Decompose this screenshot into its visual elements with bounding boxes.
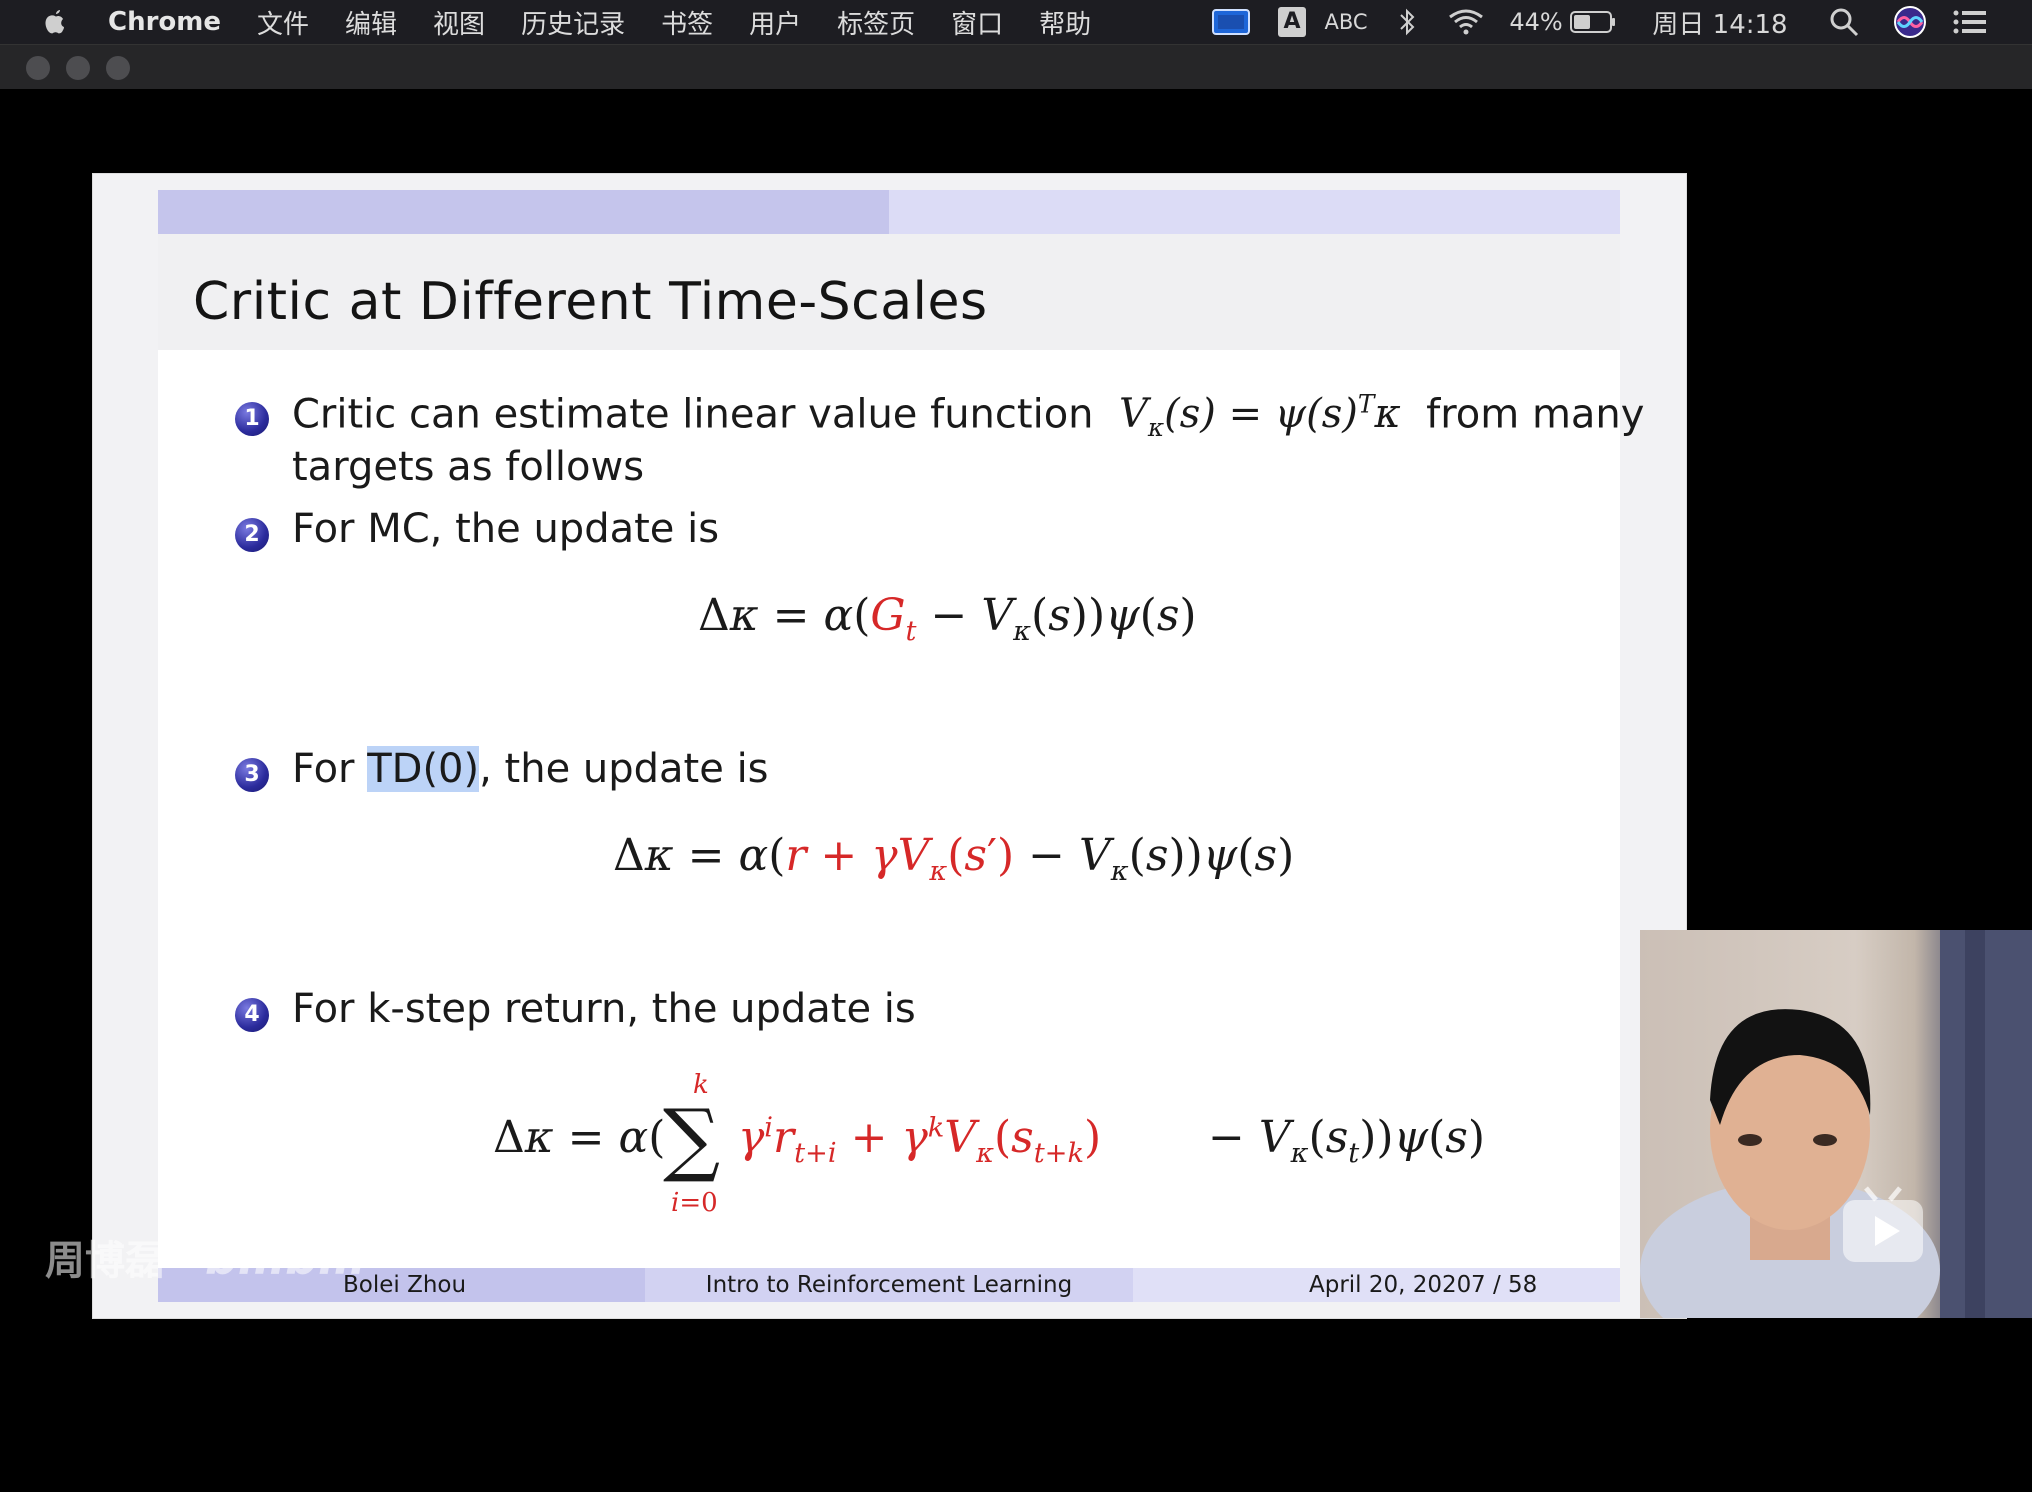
menu-tab[interactable]: 标签页	[837, 4, 915, 41]
slide-title: Critic at Different Time-Scales	[193, 272, 988, 332]
input-source-badge: A	[1277, 0, 1307, 44]
item-3-prefix: For	[292, 746, 355, 792]
item-number-badge: 3	[235, 758, 269, 792]
item-1-suffix: from many	[1426, 391, 1645, 438]
menu-app-name[interactable]: Chrome	[108, 7, 221, 37]
battery-percent: 44%	[1509, 8, 1563, 36]
item-1-line-1: Critic can estimate linear value functio…	[292, 390, 1644, 442]
window-minimize-button[interactable]	[66, 56, 90, 80]
item-1-line-2: targets as follows	[292, 444, 645, 490]
battery-icon[interactable]	[1568, 0, 1618, 44]
menu-window[interactable]: 窗口	[951, 4, 1003, 41]
item-number-badge: 4	[235, 998, 269, 1032]
item-number-badge: 2	[235, 518, 269, 552]
window-zoom-button[interactable]	[106, 56, 130, 80]
window-close-button[interactable]	[26, 56, 50, 80]
footer-right: April 20, 2020 7 / 58	[1133, 1268, 1620, 1302]
wifi-icon[interactable]	[1444, 0, 1488, 44]
notification-list-icon[interactable]	[1950, 0, 1990, 44]
apple-icon[interactable]	[40, 6, 70, 38]
slide-header-bar-left	[158, 190, 889, 234]
menubar-clock[interactable]: 周日 14:18	[1650, 0, 1790, 44]
item-number-badge: 1	[235, 402, 269, 436]
menu-bar: Chrome 文件 编辑 视图 历史记录 书签 用户 标签页 窗口 帮助 A A…	[0, 0, 2032, 44]
item-3-text: For TD(0), the update is	[292, 746, 769, 792]
input-source-label[interactable]: ABC	[1316, 0, 1376, 44]
slide-header-bar-right	[889, 190, 1620, 234]
search-icon[interactable]	[1826, 0, 1862, 44]
window-titlebar	[0, 44, 2032, 89]
siri-icon[interactable]	[1890, 0, 1930, 44]
item-2-text: For MC, the update is	[292, 506, 720, 552]
webcam-video-overlay	[1640, 930, 2032, 1318]
footer-course: Intro to Reinforcement Learning	[645, 1268, 1133, 1302]
item-3-suffix: , the update is	[479, 746, 769, 792]
menu-file[interactable]: 文件	[257, 4, 309, 41]
slide-footer: Bolei Zhou Intro to Reinforcement Learni…	[158, 1268, 1620, 1302]
item-4-text: For k-step return, the update is	[292, 986, 916, 1032]
menu-bookmarks[interactable]: 书签	[661, 4, 713, 41]
menu-edit[interactable]: 编辑	[345, 4, 397, 41]
item-1-text: Critic can estimate linear value functio…	[292, 391, 1094, 438]
value-function-formula: Vκ(s) = ψ(s)Tκ	[1106, 390, 1414, 443]
menu-help[interactable]: 帮助	[1039, 4, 1091, 41]
mc-update-equation: Δκ = α(Gt − Vκ(s))ψ(s)	[698, 590, 1197, 647]
screen-mirror-icon[interactable]	[1210, 0, 1252, 44]
video-watermark: 周博磊 bilibili	[45, 1228, 365, 1286]
footer-date: April 20, 2020	[1309, 1272, 1472, 1298]
footer-page-number: 7 / 58	[1471, 1272, 1538, 1298]
watermark-brand-logo: bilibili	[204, 1231, 366, 1285]
input-source-badge-label: A	[1278, 7, 1306, 37]
menu-history[interactable]: 历史记录	[521, 4, 625, 41]
bluetooth-icon[interactable]	[1392, 0, 1422, 44]
play-icon[interactable]	[1840, 1186, 1926, 1272]
menu-people[interactable]: 用户	[749, 4, 801, 41]
slide-content-area: Critic at Different Time-Scales 1 Critic…	[158, 190, 1644, 1302]
menu-view[interactable]: 视图	[433, 4, 485, 41]
td0-update-equation: Δκ = α(r + γVκ(s′) − Vκ(s))ψ(s)	[613, 830, 1295, 887]
presentation-slide: Critic at Different Time-Scales 1 Critic…	[93, 174, 1686, 1318]
presenter-video-frame	[1640, 930, 2032, 1318]
td0-highlight: TD(0)	[367, 746, 480, 792]
watermark-author: 周博磊	[45, 1238, 165, 1284]
